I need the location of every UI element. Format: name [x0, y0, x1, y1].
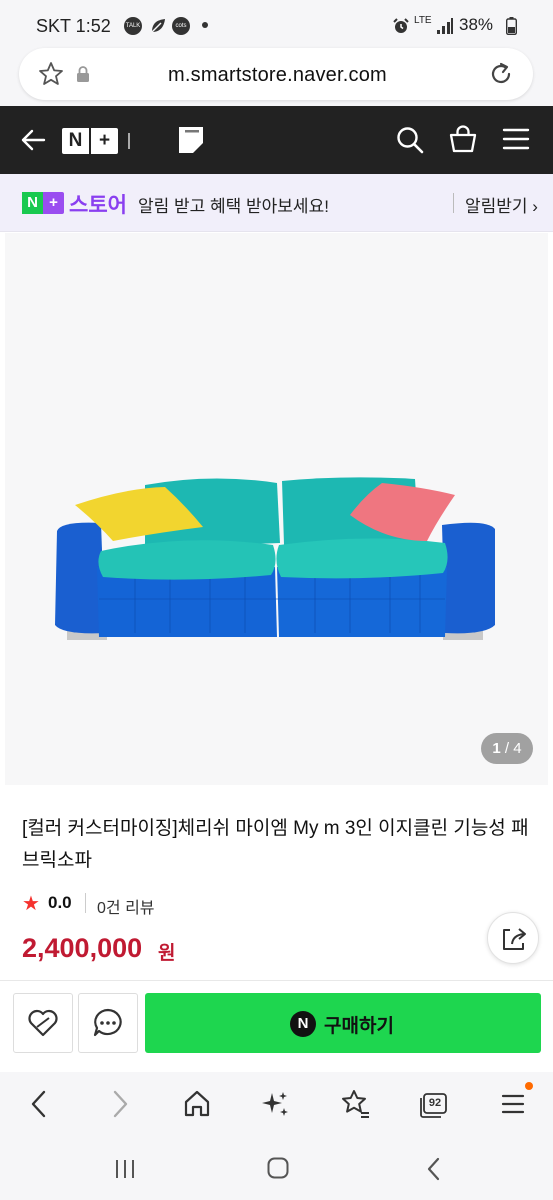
battery-icon [505, 17, 518, 40]
logo-plus: + [98, 130, 111, 151]
naver-plus-logo[interactable]: N + [62, 128, 118, 154]
reload-icon[interactable] [488, 61, 514, 92]
browser-forward-icon[interactable] [100, 1084, 140, 1124]
sofa-illustration [55, 477, 495, 640]
naverpay-badge: N [290, 1011, 316, 1037]
tab-count: 92 [428, 1097, 442, 1109]
recent-apps-icon[interactable] [112, 1156, 138, 1187]
network-type: LTE [414, 15, 432, 26]
price-unit: 원 [158, 943, 176, 964]
rating-divider [85, 893, 86, 913]
browser-menu-icon[interactable] [493, 1084, 533, 1124]
screen: { "status_bar": { "time": "SKT 1:52", "i… [0, 0, 553, 1200]
subscribe-alert-button[interactable]: 알림받기 › [465, 192, 538, 217]
system-back-icon[interactable] [421, 1156, 447, 1187]
wishlist-button[interactable] [13, 993, 73, 1053]
counter-total: / 4 [504, 740, 522, 757]
bookmarks-icon[interactable] [334, 1084, 374, 1124]
home-icon[interactable] [177, 1084, 217, 1124]
logo-n: N [68, 130, 83, 151]
battery-level: 38% [459, 15, 494, 34]
counter-current: 1 [492, 740, 501, 757]
cart-icon[interactable] [448, 124, 478, 159]
coins-icon: cots [172, 17, 190, 35]
alarm-icon [392, 17, 410, 40]
banner-logo: N + [22, 192, 64, 214]
buy-button-label: 구매하기 [324, 1016, 394, 1037]
browser-back-icon[interactable] [20, 1084, 60, 1124]
store-logo-icon[interactable] [178, 126, 204, 159]
talktalk-button[interactable] [78, 993, 138, 1053]
share-icon [503, 928, 526, 950]
banner-store-name: 스토어 [69, 194, 127, 217]
status-time: SKT 1:52 [36, 16, 111, 36]
product-title: [컬러 커스터마이징]체리쉬 마이엠 My m 3인 이지클린 기능성 패브릭소… [22, 818, 529, 871]
sparkle-icon[interactable] [256, 1084, 296, 1124]
product-price: 2,400,000 [22, 933, 143, 963]
header-divider [128, 133, 130, 149]
image-counter: 1 / 4 [481, 733, 533, 764]
zzim-heart-icon [28, 1009, 58, 1037]
star-icon: ★ [22, 893, 40, 915]
lock-icon [76, 66, 90, 87]
product-image[interactable] [5, 233, 548, 785]
url-text[interactable]: m.smartstore.naver.com [168, 64, 387, 87]
back-arrow-icon[interactable] [20, 127, 46, 158]
signal-icon [436, 17, 454, 40]
banner-logo-plus: + [49, 194, 58, 211]
share-button[interactable] [487, 912, 539, 964]
leaf-icon [149, 17, 167, 40]
status-dot [202, 22, 208, 28]
review-count[interactable]: 0건 리뷰 [97, 894, 155, 918]
talk-icon: TALK [124, 17, 142, 35]
notification-dot [525, 1082, 533, 1090]
bookmark-star-icon[interactable] [38, 61, 64, 92]
chat-bubble-icon [93, 1008, 122, 1037]
banner-logo-n: N [22, 192, 43, 214]
search-icon[interactable] [395, 125, 425, 160]
banner-divider [453, 193, 454, 213]
system-home-icon[interactable] [265, 1155, 291, 1186]
rating-value: 0.0 [48, 893, 72, 912]
banner-message: 알림 받고 혜택 받아보세요! [138, 197, 329, 216]
menu-icon[interactable] [502, 126, 530, 157]
